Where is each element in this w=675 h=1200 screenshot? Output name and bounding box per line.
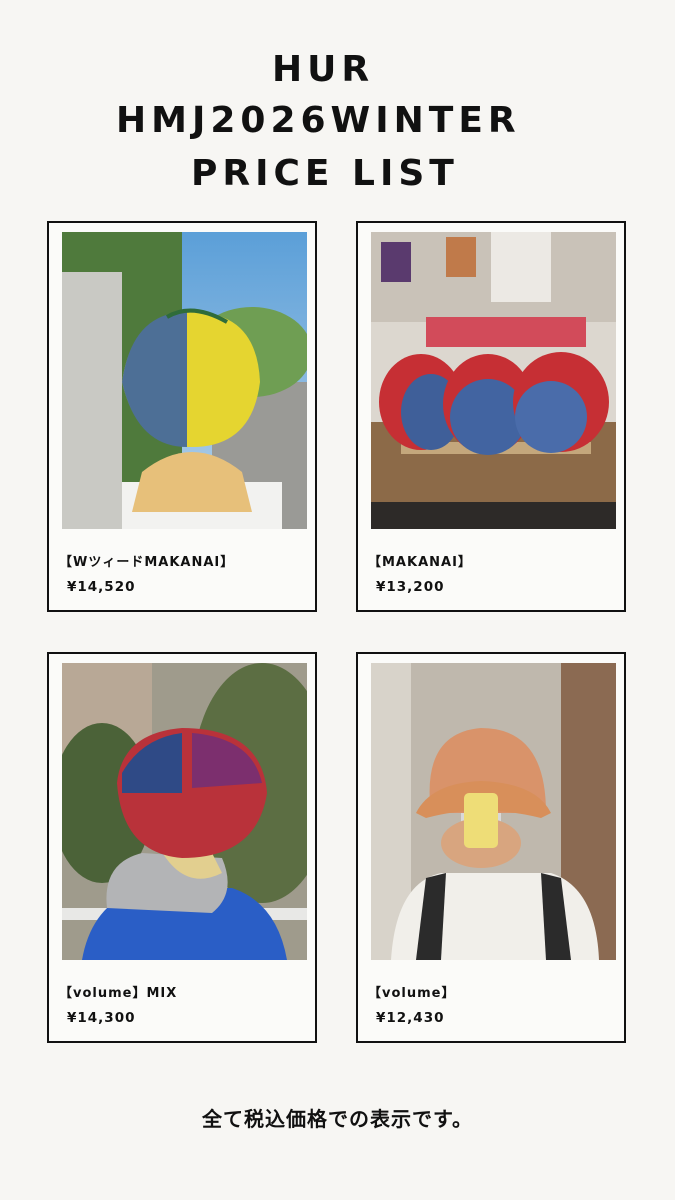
product-price: ¥12,430 (376, 1010, 445, 1026)
product-photo (62, 663, 307, 960)
product-price: ¥13,200 (376, 579, 445, 595)
product-card-volume-mix[interactable]: 【volume】MIX ¥14,300 (47, 652, 317, 1043)
product-name: 【MAKANAI】 (368, 555, 472, 570)
product-card-makanai[interactable]: 【MAKANAI】 ¥13,200 (356, 221, 626, 612)
product-photo (371, 232, 616, 529)
product-name: 【WツィードMAKANAI】 (59, 555, 235, 570)
title-line-collection: HMJ2026WINTER (116, 100, 521, 141)
product-price: ¥14,520 (67, 579, 136, 595)
product-price: ¥14,300 (67, 1010, 136, 1026)
product-photo (371, 663, 616, 960)
product-name: 【volume】MIX (59, 986, 178, 1001)
title-line-brand: HUR (272, 49, 375, 90)
tax-included-note: 全て税込価格での表示です。 (202, 1107, 473, 1131)
product-photo (62, 232, 307, 529)
product-card-w-tweed-makanai[interactable]: 【WツィードMAKANAI】 ¥14,520 (47, 221, 317, 612)
product-card-volume[interactable]: 【volume】 ¥12,430 (356, 652, 626, 1043)
title-line-subtitle: PRICE LIST (191, 153, 459, 194)
product-name: 【volume】 (368, 986, 456, 1001)
